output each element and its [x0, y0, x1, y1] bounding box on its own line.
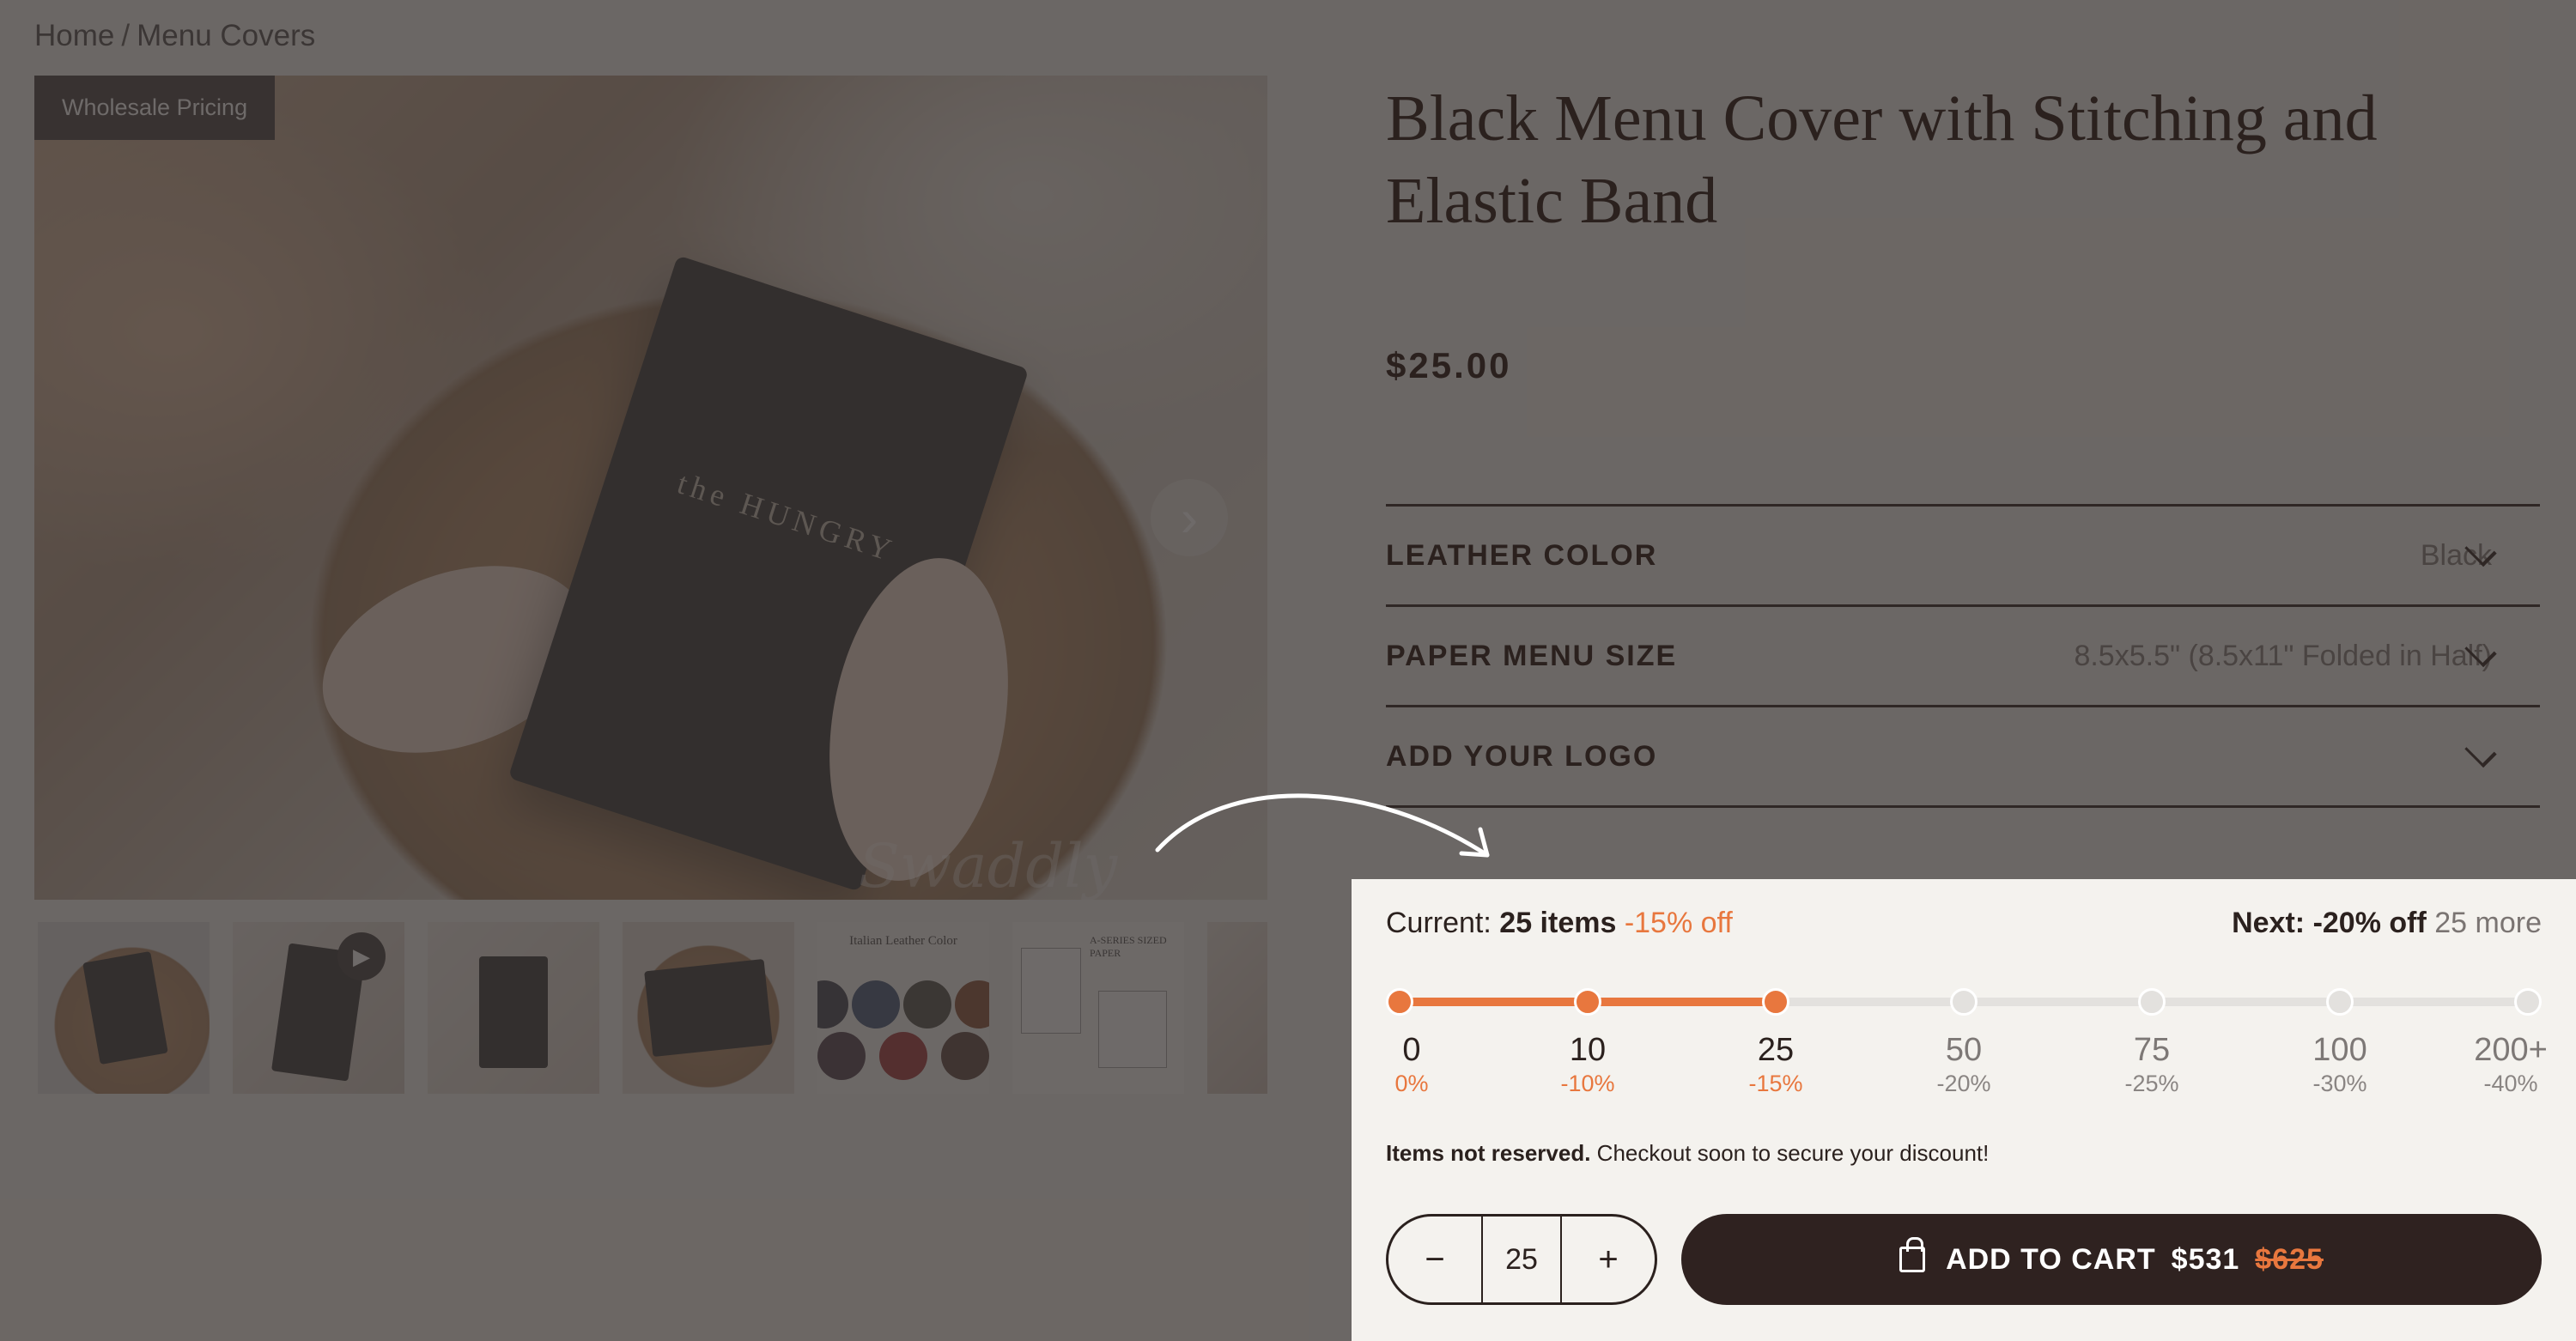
thumbnail-6-paper-sizes[interactable]: A-SERIES SIZED PAPER [1012, 922, 1184, 1094]
tier-quantity: 75 [2133, 1032, 2171, 1068]
decrease-quantity-button[interactable]: − [1388, 1217, 1481, 1302]
tier-quantity: 10 [1569, 1032, 1607, 1068]
current-off: -15% off [1624, 907, 1733, 939]
tier-percent: -20% [1936, 1071, 1991, 1096]
thumb-book-image [479, 956, 548, 1068]
chevron-right-icon: › [1181, 488, 1198, 547]
thumb-open-book-image [644, 958, 773, 1058]
tier-percent: 0% [1394, 1071, 1429, 1096]
thumb-leather-caption: Italian Leather Color [849, 934, 957, 948]
tier-quantity: 50 [1945, 1032, 1983, 1068]
tier-quantity: 200+ [2474, 1032, 2548, 1068]
tier-dot-1 [1574, 988, 1601, 1016]
product-price: $25.00 [1386, 345, 1512, 385]
tier-percent: -25% [2124, 1071, 2179, 1096]
product-page: Home / Menu Covers the HUNGRY Wholesale Pr… [0, 0, 2576, 1341]
tier-label-1: 10 -10% [1519, 1032, 1656, 1097]
swatch-red [879, 1032, 927, 1080]
thumb-book-image [82, 950, 168, 1065]
thumbnail-2-video[interactable]: ▶ [233, 922, 404, 1094]
discount-progress-track [1386, 988, 2542, 1016]
curved-arrow-icon [1155, 793, 1490, 858]
thumbnail-3[interactable] [428, 922, 599, 1094]
tier-label-3: 50 -20% [1895, 1032, 2032, 1097]
current-items: 25 items [1499, 907, 1617, 939]
option-label: ADD YOUR LOGO [1386, 739, 1658, 773]
watermark: Swaddly [859, 831, 1118, 900]
next-discount: Next: -20% off 25 more [2232, 907, 2542, 940]
main-product-image[interactable]: the HUNGRY Wholesale Pricing › Swaddly [34, 76, 1267, 900]
tier-percent: -30% [2312, 1071, 2367, 1096]
add-to-cart-label: ADD TO CART [1946, 1242, 2156, 1276]
breadcrumb-home-link[interactable]: Home [34, 19, 114, 52]
swatch-navy [852, 980, 900, 1029]
add-to-cart-button[interactable]: ADD TO CART $531 $625 [1681, 1214, 2542, 1305]
option-label: PAPER MENU SIZE [1386, 639, 1678, 672]
tier-dot-3 [1950, 988, 1978, 1016]
option-paper-menu-size[interactable]: PAPER MENU SIZE 8.5x5.5" (8.5x11" Folded… [1386, 604, 2540, 705]
swatch-brown [955, 980, 989, 1029]
swatch-purple [817, 1032, 866, 1080]
next-more: 25 more [2434, 907, 2542, 939]
breadcrumb: Home / Menu Covers [34, 19, 315, 53]
option-value: 8.5x5.5" (8.5x11" Folded in Half) [2074, 639, 2492, 672]
thumbnail-5-leather-colors[interactable]: Italian Leather Color [817, 922, 989, 1094]
quantity-stepper: − 25 + [1386, 1214, 1657, 1305]
option-add-logo[interactable]: ADD YOUR LOGO [1386, 705, 2540, 805]
note-bold: Items not reserved. [1386, 1140, 1591, 1166]
thumbnail-1[interactable] [38, 922, 210, 1094]
tier-label-4: 75 -25% [2083, 1032, 2221, 1097]
swatch-black [817, 980, 848, 1029]
tier-percent: -40% [2483, 1071, 2538, 1096]
discount-panel: Current: 25 items -15% off Next: -20% of… [1352, 879, 2576, 1341]
play-icon: ▶ [337, 932, 386, 980]
tier-quantity: 25 [1757, 1032, 1795, 1068]
tier-dot-0 [1386, 988, 1413, 1016]
paper-sheet-image [1098, 991, 1167, 1068]
swatch-olive [903, 980, 951, 1029]
note-text: Checkout soon to secure your discount! [1596, 1140, 1990, 1166]
thumbnail-4[interactable] [623, 922, 794, 1094]
tier-percent: -15% [1748, 1071, 1803, 1096]
breadcrumb-separator: / [121, 19, 131, 52]
tier-label-5: 100 -30% [2271, 1032, 2409, 1097]
cart-price-now: $531 [2171, 1242, 2240, 1276]
breadcrumb-current[interactable]: Menu Covers [137, 19, 315, 52]
option-label: LEATHER COLOR [1386, 538, 1658, 572]
product-title: Black Menu Cover with Stitching and Elas… [1386, 82, 2378, 237]
thumbnail-7[interactable] [1207, 922, 1267, 1094]
tier-label-2: 25 -15% [1707, 1032, 1844, 1097]
gallery-next-button[interactable]: › [1151, 479, 1228, 556]
tier-quantity: 0 [1402, 1032, 1421, 1068]
thumbnail-strip: ▶ Italian Leather Color A-SERIES SIZED P… [38, 922, 1267, 1094]
increase-quantity-button[interactable]: + [1562, 1217, 1655, 1302]
tier-label-0: 0 0% [1343, 1032, 1480, 1097]
tier-dot-5 [2326, 988, 2354, 1016]
tier-quantity: 100 [2312, 1032, 2367, 1068]
shopping-bag-icon [1899, 1237, 1926, 1272]
tier-label-6: 200+ -40% [2442, 1032, 2576, 1097]
tier-dot-6 [2514, 988, 2542, 1016]
tier-dot-2 [1762, 988, 1789, 1016]
swatch-dark-brown [941, 1032, 989, 1080]
current-discount: Current: 25 items -15% off [1386, 907, 1733, 940]
quantity-input[interactable]: 25 [1481, 1217, 1562, 1302]
wholesale-badge: Wholesale Pricing [34, 76, 276, 140]
tier-dot-4 [2138, 988, 2166, 1016]
current-label: Current: [1386, 907, 1492, 939]
option-divider [1386, 805, 2540, 808]
next-label: Next: [2232, 907, 2306, 939]
paper-sheet-image [1021, 948, 1081, 1034]
reservation-note: Items not reserved. Checkout soon to sec… [1386, 1140, 1989, 1167]
next-off: -20% off [2312, 907, 2427, 939]
chevron-down-icon [2464, 735, 2497, 768]
thumb-paper-caption: A-SERIES SIZED PAPER [1090, 934, 1167, 959]
tier-percent: -10% [1560, 1071, 1615, 1096]
option-leather-color[interactable]: LEATHER COLOR Black [1386, 504, 2540, 604]
cart-price-old: $625 [2255, 1242, 2324, 1276]
